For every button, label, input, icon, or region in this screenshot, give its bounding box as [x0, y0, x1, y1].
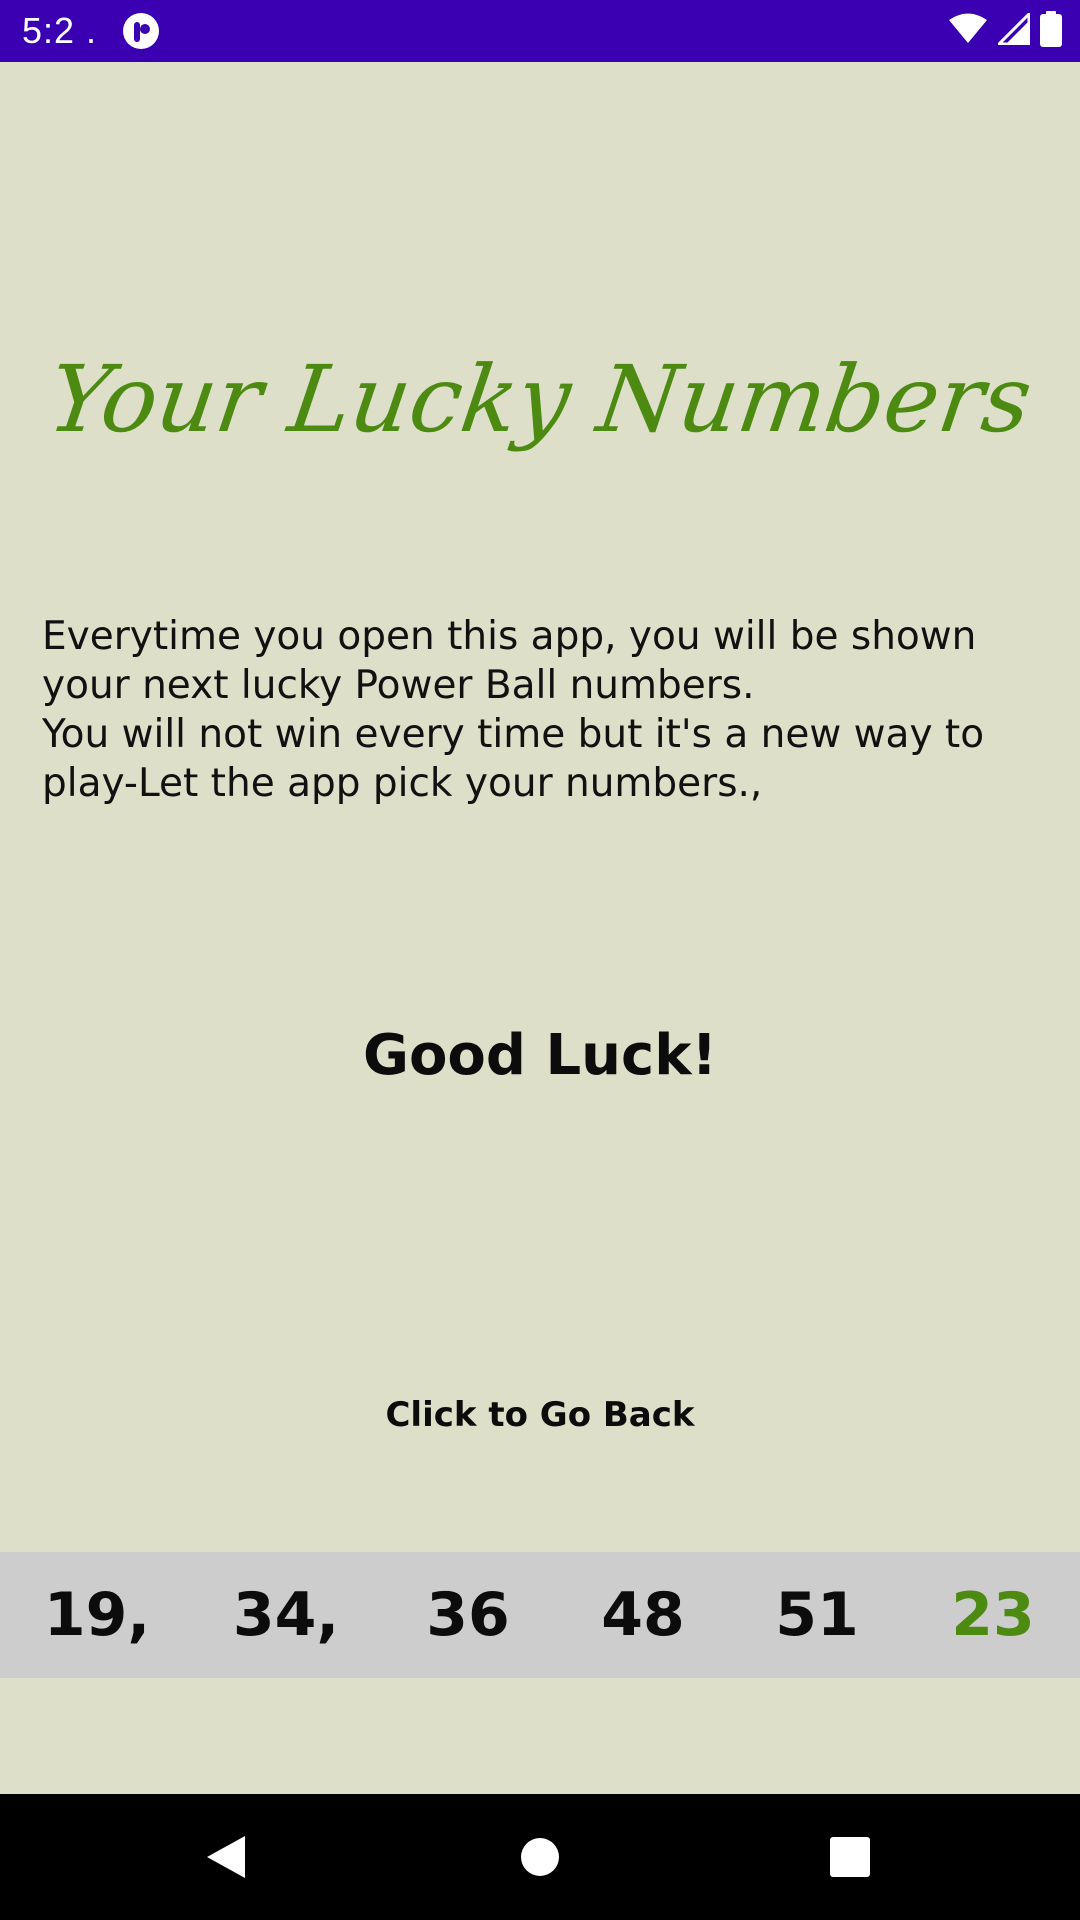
go-back-button[interactable]: Click to Go Back	[340, 1375, 740, 1455]
good-luck-text: Good Luck!	[362, 1023, 718, 1088]
description-line-2: You will not win every time but it's a n…	[42, 712, 985, 806]
lucky-numbers-strip: 19, 34, 36 48 51 23	[0, 1552, 1080, 1678]
page-title: Your Lucky Numbers	[42, 346, 1039, 453]
power-ball-number: 23	[951, 1580, 1035, 1650]
signal-icon	[995, 9, 1031, 50]
lucky-number-5: 51	[775, 1580, 859, 1650]
back-icon[interactable]	[196, 1827, 256, 1887]
lucky-number-1: 19,	[43, 1580, 151, 1650]
status-icons	[948, 9, 1062, 52]
status-bar: 5:2 .	[0, 0, 1080, 62]
lucky-number-4: 48	[601, 1580, 685, 1650]
lucky-number-2: 34,	[232, 1580, 340, 1650]
recents-icon[interactable]	[820, 1827, 880, 1887]
battery-icon	[1040, 10, 1062, 52]
home-icon[interactable]	[510, 1827, 570, 1887]
app-notification-icon	[122, 12, 160, 50]
navigation-bar	[0, 1794, 1080, 1920]
lucky-number-3: 36	[426, 1580, 510, 1650]
description-line-1: Everytime you open this app, you will be…	[42, 614, 977, 708]
description: Everytime you open this app, you will be…	[42, 612, 1042, 808]
wifi-icon	[948, 13, 988, 50]
status-time: 5:2 .	[22, 10, 98, 51]
